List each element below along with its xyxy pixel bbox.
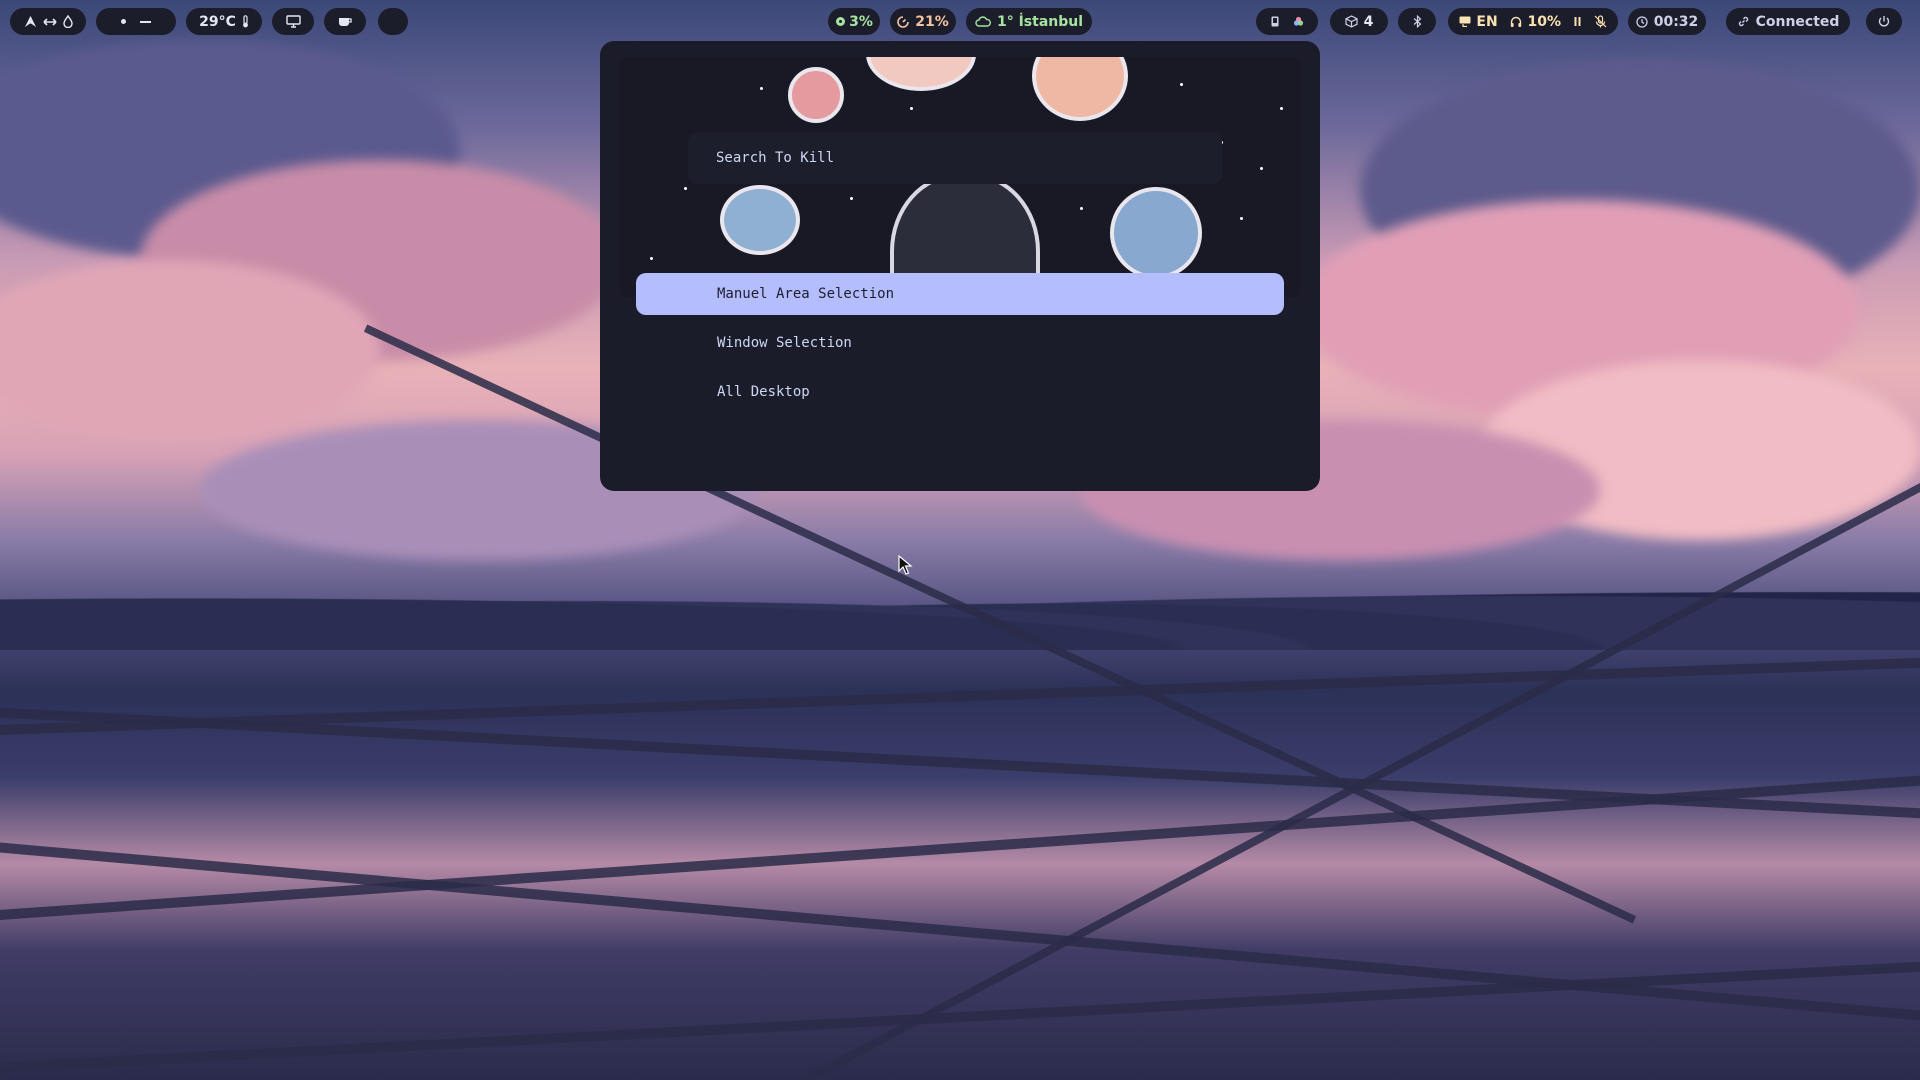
temperature-value: 29°C	[199, 13, 236, 30]
star	[910, 107, 913, 110]
field-divider	[0, 763, 1920, 927]
tray-app-icon[interactable]	[1271, 16, 1279, 27]
planet-blue-large	[1110, 187, 1202, 279]
monitor-icon[interactable]	[285, 15, 301, 28]
caffeine-button[interactable]	[324, 8, 366, 35]
planet-banded	[866, 57, 976, 91]
planet-pink	[788, 67, 844, 123]
memory-icon	[897, 15, 910, 28]
clock-pill[interactable]: 00:32	[1628, 8, 1706, 35]
arch-logo-icon[interactable]	[24, 15, 37, 28]
power-icon[interactable]	[1878, 15, 1890, 28]
cloud-icon	[975, 16, 991, 27]
cpu-usage-value: 3%	[849, 13, 873, 30]
empty-indicator[interactable]	[378, 8, 408, 35]
cpu-icon	[835, 16, 846, 27]
planet-ringed	[1032, 57, 1128, 121]
menu-item-label: Window Selection	[717, 335, 852, 351]
keyboard-language: EN	[1476, 13, 1498, 30]
star	[684, 187, 687, 190]
coffee-icon[interactable]	[338, 15, 353, 28]
menu-item-label: Manuel Area Selection	[717, 286, 895, 302]
color-picker-icon[interactable]	[1293, 16, 1304, 27]
keyboard-layout[interactable]: EN	[1459, 13, 1498, 30]
star	[1080, 207, 1083, 210]
memory-usage-pill[interactable]: 21%	[890, 8, 956, 35]
network-pill[interactable]: Connected	[1726, 8, 1850, 35]
star	[850, 197, 853, 200]
thermometer-icon	[242, 15, 249, 28]
link-icon	[1737, 15, 1750, 28]
power-button[interactable]	[1866, 8, 1902, 35]
screenshot-launcher: Manuel Area Selection Window Selection A…	[600, 41, 1320, 491]
package-icon	[1345, 15, 1358, 28]
droplet-icon[interactable]	[62, 15, 73, 28]
star	[1180, 83, 1183, 86]
arrows-icon[interactable]	[42, 17, 57, 27]
menu-item-all-desktop[interactable]: All Desktop	[636, 371, 1284, 413]
bluetooth-button[interactable]	[1398, 8, 1436, 35]
clock-time: 00:32	[1653, 13, 1699, 30]
field-divider	[0, 834, 1920, 1036]
arch-menu-pill[interactable]	[10, 8, 86, 35]
bluetooth-icon[interactable]	[1413, 15, 1422, 28]
temperature-pill[interactable]: 29°C	[186, 8, 262, 35]
menu-item-window-selection[interactable]: Window Selection	[636, 322, 1284, 364]
input-audio-pill[interactable]: EN 10%	[1448, 8, 1618, 35]
star	[760, 87, 763, 90]
star	[1280, 107, 1283, 110]
weather-pill[interactable]: 1° İstanbul	[966, 8, 1092, 35]
headphones-icon	[1510, 16, 1522, 28]
search-input[interactable]	[688, 132, 1222, 184]
clock-icon	[1636, 15, 1648, 28]
star	[1240, 217, 1243, 220]
media-pause-icon[interactable]	[1574, 16, 1581, 27]
mic-muted-icon[interactable]	[1594, 15, 1607, 28]
tray-pill[interactable]	[1256, 8, 1318, 35]
search-box[interactable]	[688, 132, 1222, 184]
updates-pill[interactable]: 4	[1330, 8, 1388, 35]
weather-value: 1° İstanbul	[996, 13, 1084, 30]
volume-indicator[interactable]: 10%	[1510, 14, 1561, 30]
memory-usage-value: 21%	[915, 13, 949, 30]
workspaces-pill[interactable]	[96, 8, 176, 35]
planet-blue	[720, 185, 800, 255]
monitor-button[interactable]	[272, 8, 314, 35]
volume-value: 10%	[1527, 13, 1561, 30]
keyboard-icon	[1459, 16, 1471, 27]
mouse-cursor-icon	[898, 554, 914, 579]
menu-item-manual-area-selection[interactable]: Manuel Area Selection	[636, 273, 1284, 315]
star	[1260, 167, 1263, 170]
star	[650, 257, 653, 260]
cpu-usage-pill[interactable]: 3%	[828, 8, 880, 35]
menu-item-label: All Desktop	[717, 384, 810, 400]
field-divider	[0, 952, 1920, 1078]
workspace-active-indicator[interactable]	[140, 20, 151, 23]
workspace-dots-icon[interactable]	[121, 19, 126, 24]
network-status: Connected	[1755, 13, 1840, 30]
updates-count: 4	[1363, 13, 1374, 30]
